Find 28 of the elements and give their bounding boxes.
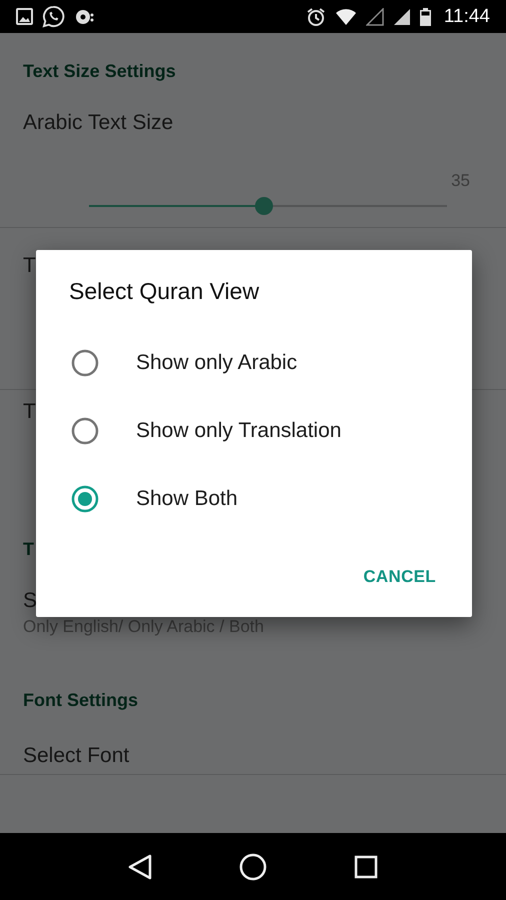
radio-option[interactable]: Show only Arabic [69,329,298,397]
radio-icon[interactable] [71,349,99,377]
wifi-icon [334,8,357,26]
status-time: 11:44 [444,6,490,28]
section-header: Font Settings [23,689,138,712]
signal-icon [392,8,411,26]
back-icon[interactable] [128,854,152,880]
image-icon [16,8,33,25]
chat-icon [42,5,65,28]
setting-title[interactable]: T [23,246,36,286]
setting-title[interactable]: T [23,392,36,432]
section-header: Text Size Settings [23,60,176,83]
battery-icon [420,8,431,26]
radio-option[interactable]: Show only Translation [69,397,342,465]
setting-title[interactable]: Select Font [23,736,130,776]
setting-title[interactable]: S [23,581,38,621]
slider-thumb[interactable] [255,197,274,215]
recents-icon[interactable] [354,854,378,878]
alarm-icon [306,6,326,26]
radio-icon[interactable] [71,417,99,445]
section-header: T [23,538,34,561]
radio-selected-icon[interactable] [71,485,99,513]
setting-title[interactable]: Arabic Text Size [23,103,174,143]
dialog-title: Select Quran View [69,278,260,305]
signal-icon [366,8,384,26]
home-icon[interactable] [238,852,267,880]
radio-option[interactable]: Show Both [69,465,238,533]
cancel-button[interactable]: CANCEL [361,563,438,591]
